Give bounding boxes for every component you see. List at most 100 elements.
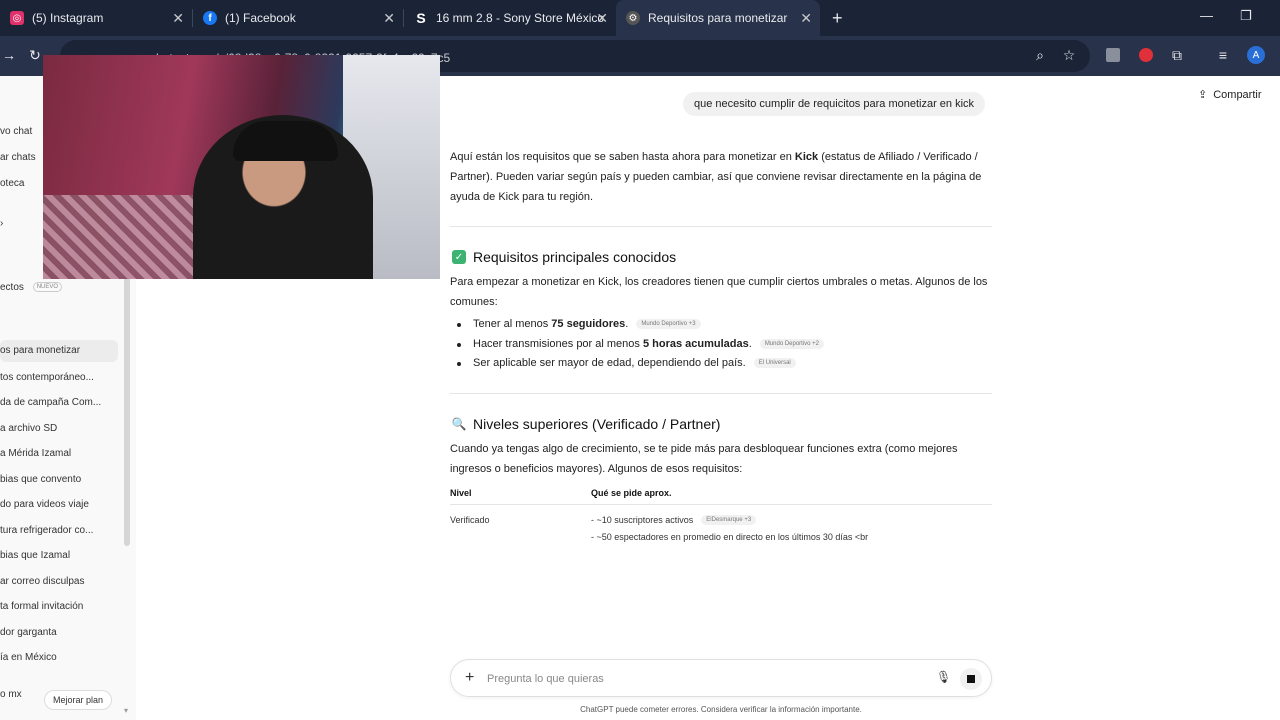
restore-icon[interactable]: ❐	[1240, 8, 1252, 24]
intro-text: Aquí están los requisitos que se saben h…	[450, 151, 795, 163]
disclaimer-text: ChatGPT puede cometer errores. Considera…	[580, 705, 862, 714]
sidebar-chat-item[interactable]: a Mérida Izamal	[0, 448, 71, 459]
tab-label: (5) Instagram	[32, 11, 104, 25]
new-badge: NUEVO	[32, 282, 63, 293]
instagram-icon: ◎	[10, 11, 24, 25]
table-header-requirements: Qué se pide aprox.	[591, 488, 672, 498]
tab-label: Requisitos para monetizar	[648, 11, 788, 25]
sidebar-chat-item[interactable]: bias que Izamal	[0, 550, 70, 561]
list-item-text: .	[625, 318, 629, 330]
extension-red-icon[interactable]	[1137, 46, 1155, 64]
table-cell-requirement: - ~10 suscriptores activos ElDesmarque +…	[591, 515, 757, 525]
profile-avatar-icon[interactable]: A	[1247, 46, 1265, 64]
citation-chip[interactable]: ElDesmarque +3	[701, 515, 757, 525]
section-heading: ✓ Requisitos principales conocidos	[452, 249, 676, 265]
list-item-bold: 5 horas acumuladas	[642, 338, 749, 350]
section-paragraph: Cuando ya tengas algo de crecimiento, se…	[450, 443, 958, 475]
sidebar-chat-item[interactable]: ar correo disculpas	[0, 576, 84, 587]
sidebar-chat-item[interactable]: tura refrigerador co...	[0, 525, 93, 536]
sidebar-item-placeholder[interactable]: ›	[0, 218, 3, 229]
reload-icon[interactable]: ↻	[26, 46, 44, 64]
table-header-divider	[450, 504, 992, 505]
table-header-level: Nivel	[450, 488, 472, 498]
divider	[450, 393, 992, 394]
citation-chip[interactable]: Mundo Deportivo +2	[759, 339, 825, 349]
tab-sony-store[interactable]: S 16 mm 2.8 - Sony Store México ✕	[404, 0, 616, 36]
close-tab-icon[interactable]: ✕	[172, 10, 184, 27]
table-cell-requirement: - ~50 espectadores en promedio en direct…	[591, 532, 869, 542]
sidebar-chat-item[interactable]: a archivo SD	[0, 423, 57, 434]
sidebar-chat-active[interactable]: os para monetizar	[0, 340, 118, 362]
webcam-cap	[233, 121, 338, 161]
tab-facebook[interactable]: f (1) Facebook ✕	[193, 0, 403, 36]
facebook-icon: f	[203, 11, 217, 25]
citation-chip[interactable]: El Universal	[753, 358, 796, 368]
back-icon[interactable]: →	[0, 46, 18, 64]
prompt-input[interactable]	[487, 669, 907, 689]
tab-requisitos[interactable]: ⚙ Requisitos para monetizar ✕	[616, 0, 820, 36]
sidebar-chat-item[interactable]: da de campaña Com...	[0, 397, 101, 408]
stop-icon	[967, 675, 975, 683]
stop-generating-button[interactable]	[960, 668, 982, 690]
sidebar-chat-item[interactable]: do para videos viaje	[0, 499, 89, 510]
sidebar-item-library[interactable]: oteca	[0, 178, 24, 189]
section-paragraph: Para empezar a monetizar en Kick, los cr…	[450, 276, 988, 308]
sidebar-item-projects[interactable]: ectos NUEVO	[0, 282, 63, 293]
section-heading: 🔍 Niveles superiores (Verificado / Partn…	[451, 416, 721, 432]
sidebar-item-search-chats[interactable]: ar chats	[0, 152, 36, 163]
tab-label: 16 mm 2.8 - Sony Store México	[436, 11, 605, 25]
message-composer: + 🎙	[450, 659, 992, 697]
minimize-icon[interactable]: —	[1200, 8, 1213, 23]
share-icon: ⇪	[1198, 89, 1208, 101]
sidebar-item-new-chat[interactable]: vo chat	[0, 126, 32, 137]
account-name[interactable]: o mx	[0, 689, 22, 700]
chevron-down-icon[interactable]: ▾	[124, 706, 128, 715]
new-tab-icon[interactable]: +	[832, 8, 843, 29]
section-title: Requisitos principales conocidos	[473, 249, 677, 265]
sidebar-chat-item[interactable]: dor garganta	[0, 627, 57, 638]
add-attachment-icon[interactable]: +	[465, 669, 474, 687]
check-mark-icon: ✓	[452, 250, 466, 264]
tab-label: (1) Facebook	[225, 11, 296, 25]
share-button[interactable]: ⇪ Compartir	[1198, 88, 1262, 102]
magnifier-icon: 🔍	[451, 417, 467, 431]
close-tab-icon[interactable]: ✕	[800, 10, 812, 27]
list-item-text: .	[748, 338, 752, 350]
sidebar-chat-item[interactable]: bias que convento	[0, 474, 81, 485]
list-item-bold: 75 seguidores	[551, 318, 626, 330]
tab-instagram[interactable]: ◎ (5) Instagram ✕	[0, 0, 192, 36]
sidebar-scrollbar[interactable]	[124, 276, 130, 546]
requirement-text: - ~10 suscriptores activos	[591, 515, 694, 525]
webcam-background-bed	[43, 195, 213, 279]
bookmark-star-icon[interactable]: ☆	[1060, 46, 1078, 64]
media-controls-icon[interactable]: ≡	[1214, 46, 1232, 64]
microphone-icon[interactable]: 🎙	[936, 670, 951, 684]
sidebar-chat-item[interactable]: tos contemporáneo...	[0, 372, 94, 383]
sidebar-item-label: ectos	[0, 282, 24, 293]
upgrade-plan-button[interactable]: Mejorar plan	[44, 690, 113, 710]
zoom-icon[interactable]: ⌕	[1031, 46, 1049, 64]
chatgpt-icon: ⚙	[626, 11, 640, 25]
extensions-puzzle-icon[interactable]: ⧉	[1168, 46, 1186, 64]
close-tab-icon[interactable]: ✕	[383, 10, 395, 27]
assistant-intro-paragraph: Aquí están los requisitos que se saben h…	[450, 147, 992, 207]
intro-bold: Kick	[794, 151, 819, 163]
list-item: Ser aplicable ser mayor de edad, dependi…	[457, 357, 796, 369]
table-cell-level: Verificado	[450, 515, 490, 525]
list-item-text: Ser aplicable ser mayor de edad, dependi…	[473, 357, 746, 369]
list-item: Hacer transmisiones por al menos 5 horas…	[456, 338, 825, 350]
sidebar-chat-item[interactable]: ta formal invitación	[0, 601, 83, 612]
sidebar-chat-item[interactable]: ía en México	[0, 652, 57, 663]
divider	[450, 226, 992, 227]
list-item-text: Tener al menos	[473, 318, 549, 330]
user-message-bubble: que necesito cumplir de requicitos para …	[683, 92, 986, 116]
share-label: Compartir	[1213, 88, 1262, 101]
section-title: Niveles superiores (Verificado / Partner…	[473, 416, 721, 432]
citation-chip[interactable]: Mundo Deportivo +3	[636, 319, 701, 329]
extension-square-icon[interactable]	[1104, 46, 1122, 64]
sony-s-icon: S	[416, 10, 426, 26]
webcam-overlay	[43, 55, 440, 279]
browser-tab-strip: ◎ (5) Instagram ✕ f (1) Facebook ✕ S 16 …	[0, 0, 1280, 36]
close-tab-icon[interactable]: ✕	[596, 10, 608, 27]
list-item-text: Hacer transmisiones por al menos	[473, 338, 640, 350]
